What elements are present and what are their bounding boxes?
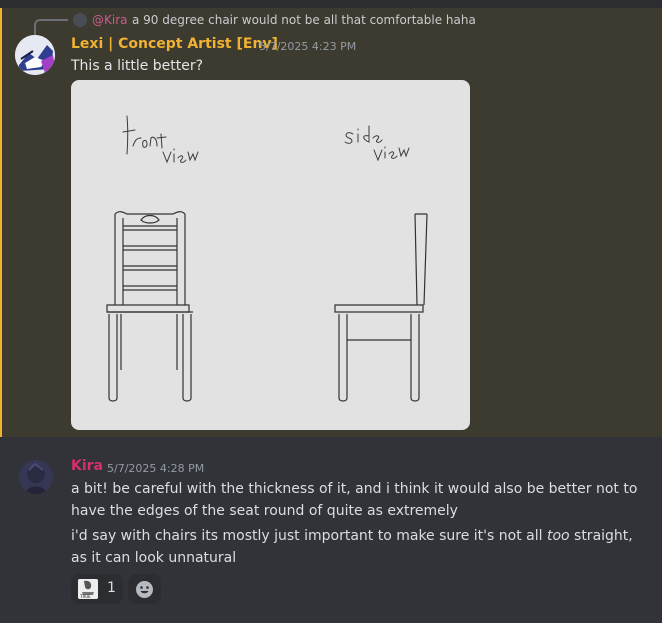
avatar[interactable] (15, 35, 55, 75)
reaction-count: 1 (107, 580, 116, 596)
emphasis-text: too (546, 528, 570, 544)
timestamp: 5/7/2025 4:28 PM (107, 462, 205, 475)
avatar[interactable] (19, 460, 53, 494)
chair-side-view (334, 213, 428, 402)
message-text-part: i'd say with chairs its mostly just impo… (71, 528, 547, 544)
top-strip (0, 0, 662, 8)
front-view-label-glyphs (122, 115, 199, 164)
side-view-label-glyphs (344, 125, 410, 162)
image-attachment[interactable] (71, 80, 470, 430)
true-meme-icon: TRUE (78, 579, 98, 599)
add-reaction-button[interactable] (128, 574, 161, 604)
reply-preview-text[interactable]: a 90 degree chair would not be all that … (132, 13, 476, 27)
svg-text:TRUE: TRUE (79, 594, 91, 599)
reply-mention[interactable]: @Kira (92, 13, 128, 27)
smiley-icon (136, 581, 153, 598)
reaction-button[interactable]: TRUE 1 (71, 574, 123, 604)
author-name[interactable]: Kira (71, 458, 103, 474)
message-text: This a little better? (71, 58, 204, 74)
timestamp: 5/7/2025 4:23 PM (259, 40, 357, 53)
author-name[interactable]: Lexi | Concept Artist [Env] (71, 36, 278, 52)
message-text: a bit! be careful with the thickness of … (71, 481, 638, 519)
chair-front-view (106, 211, 193, 402)
message-text: i'd say with chairs its mostly just impo… (71, 525, 641, 569)
reply-connector (34, 19, 68, 37)
reply-avatar[interactable] (73, 13, 87, 27)
